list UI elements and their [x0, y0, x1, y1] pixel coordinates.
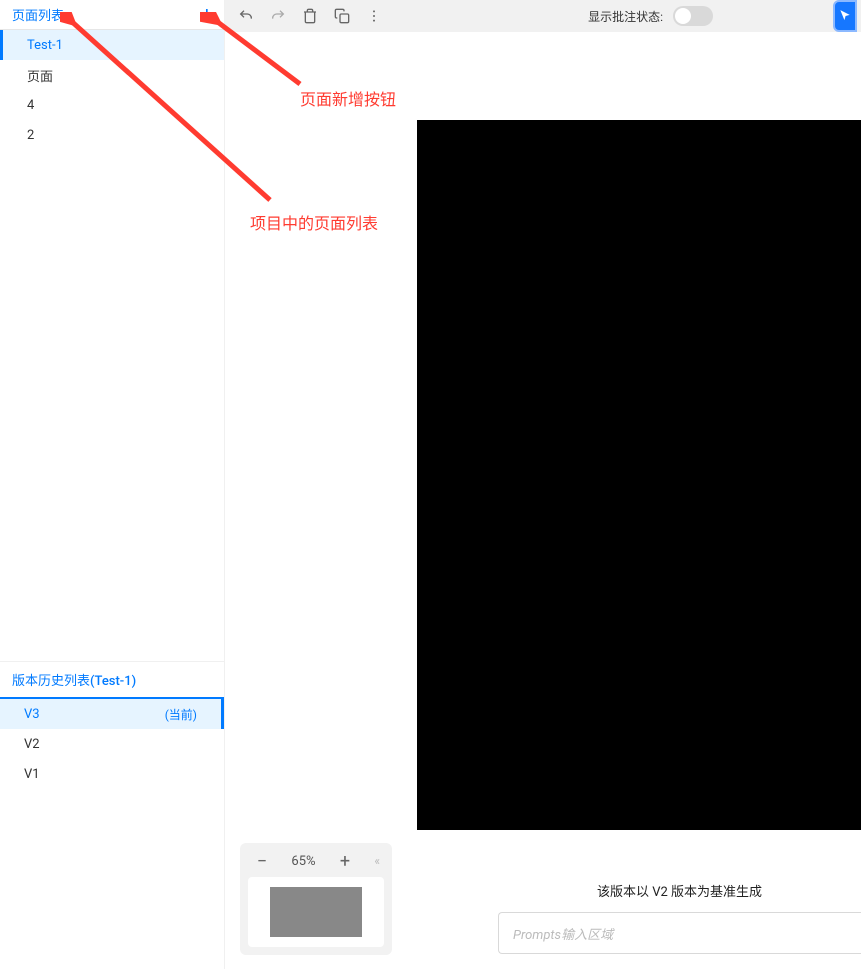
- prompt-area: 该版本以 V2 版本为基准生成 Prompts输入区域: [498, 881, 861, 954]
- version-name: V1: [24, 767, 40, 782]
- annotation-status-label: 显示批注状态:: [588, 8, 663, 25]
- page-list-header: 页面列表 +: [0, 0, 224, 30]
- sidebar: 页面列表 + Test-1 页面 4 2 版本历史列表(Test-1) V3 (…: [0, 0, 225, 969]
- copy-button[interactable]: [327, 1, 357, 31]
- version-list: V3 (当前) V2 V1: [0, 699, 224, 789]
- page-list-title: 页面列表: [12, 5, 64, 24]
- page-item-label: 2: [27, 128, 34, 143]
- page-item[interactable]: 2: [0, 120, 224, 150]
- redo-button[interactable]: [263, 1, 293, 31]
- collapse-icon[interactable]: «: [374, 854, 380, 868]
- add-page-button[interactable]: +: [202, 6, 212, 24]
- version-name: V3: [24, 707, 40, 722]
- page-list: Test-1 页面 4 2: [0, 30, 224, 150]
- version-item[interactable]: V2: [0, 729, 224, 759]
- minimap-viewport: [270, 887, 362, 937]
- version-list-title: 版本历史列表(Test-1): [0, 661, 224, 699]
- delete-button[interactable]: [295, 1, 325, 31]
- annotation-toggle[interactable]: [673, 6, 713, 26]
- version-current-tag: (当前): [165, 706, 197, 723]
- zoom-in-button[interactable]: +: [335, 851, 355, 871]
- version-name: V2: [24, 737, 40, 752]
- canvas-area[interactable]: [225, 32, 861, 969]
- version-item[interactable]: V3 (当前): [0, 699, 224, 729]
- version-base-note: 该版本以 V2 版本为基准生成: [498, 881, 861, 900]
- more-button[interactable]: [359, 1, 389, 31]
- undo-button[interactable]: [231, 1, 261, 31]
- page-item-label: 4: [27, 98, 34, 113]
- minimap[interactable]: [248, 877, 384, 947]
- page-item[interactable]: 4: [0, 90, 224, 120]
- zoom-panel: − 65% + «: [240, 843, 392, 955]
- zoom-value: 65%: [291, 854, 315, 869]
- prompt-input[interactable]: Prompts输入区域: [498, 912, 861, 954]
- page-item[interactable]: 页面: [0, 60, 224, 90]
- page-item-test1[interactable]: Test-1: [0, 30, 224, 60]
- version-item[interactable]: V1: [0, 759, 224, 789]
- page-item-label: Test-1: [27, 38, 63, 53]
- cursor-mode-button[interactable]: [833, 0, 857, 32]
- page-item-label: 页面: [27, 66, 53, 85]
- top-right-controls: 显示批注状态:: [588, 0, 861, 32]
- zoom-out-button[interactable]: −: [252, 851, 272, 871]
- main-area: 显示批注状态:: [225, 0, 861, 969]
- canvas-preview[interactable]: [417, 120, 861, 830]
